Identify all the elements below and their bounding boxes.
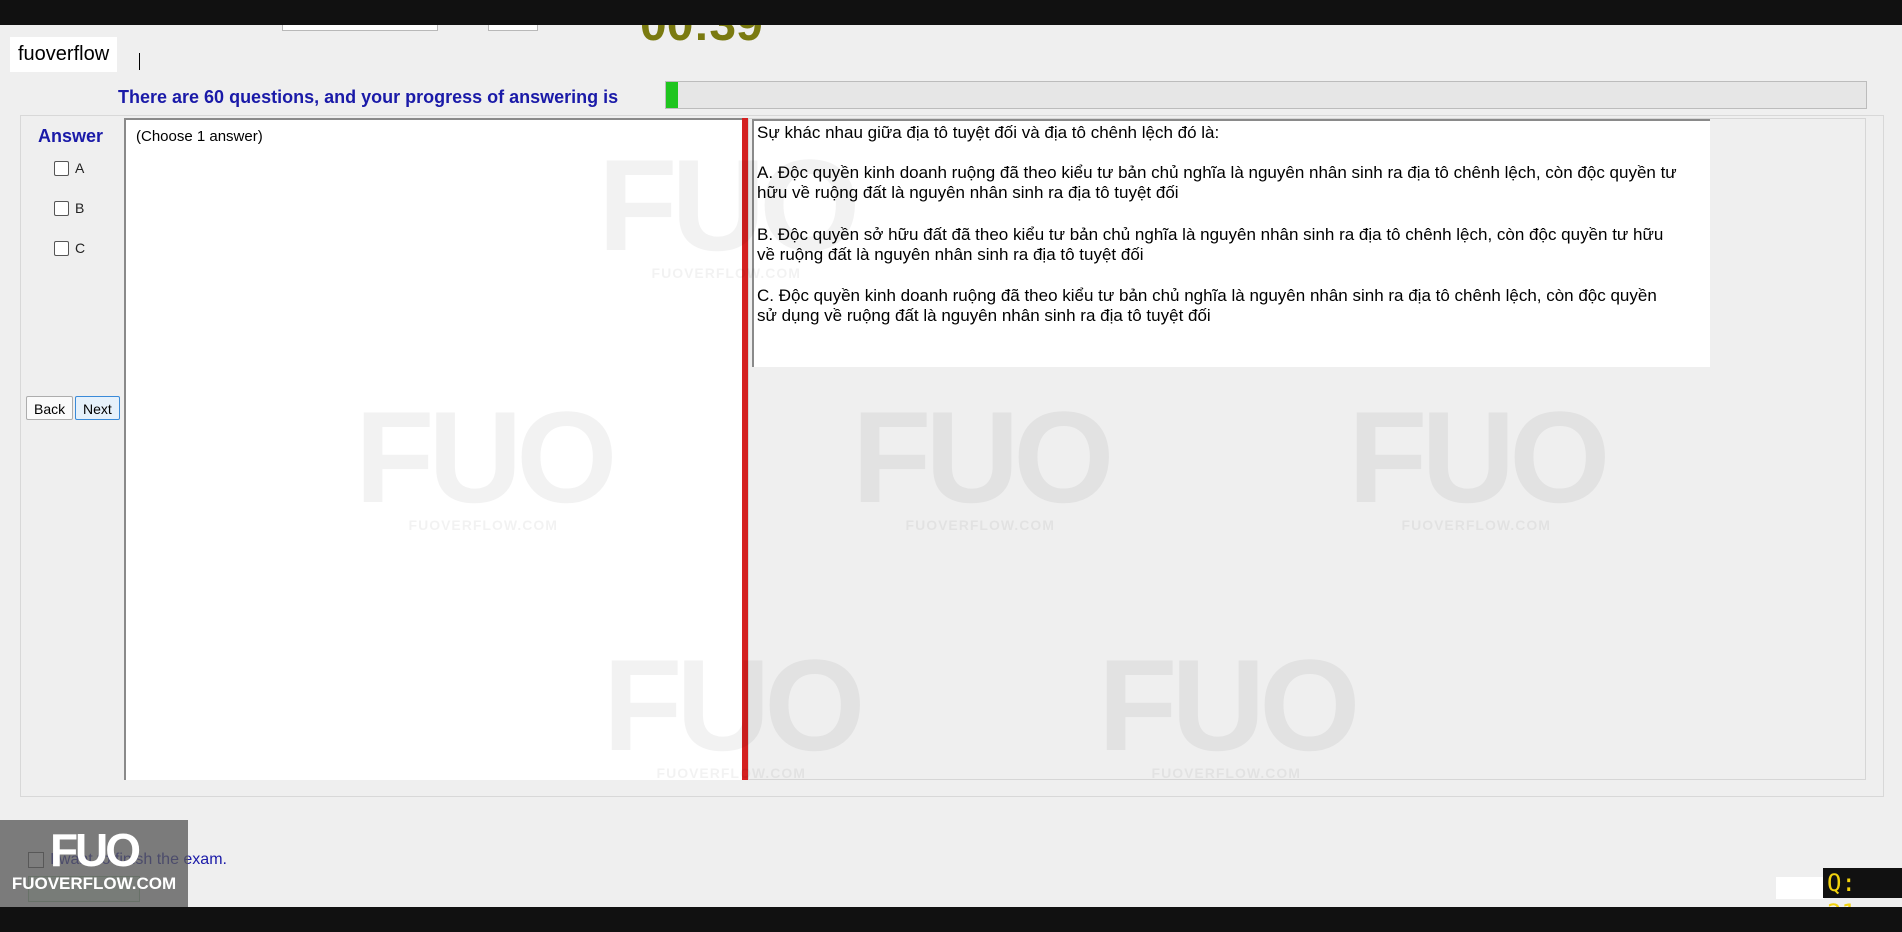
watermark-brand: FUO <box>1098 632 1360 778</box>
watermark: FUO FUOVERFLOW.COM <box>603 632 865 781</box>
question-box: Sự khác nhau giữa địa tô tuyệt đối và đị… <box>752 119 1710 367</box>
watermark-brand: FUO <box>852 384 1114 530</box>
option-label: A <box>75 160 85 176</box>
watermark-brand: FUO <box>598 132 860 278</box>
checkbox-icon[interactable] <box>54 160 69 176</box>
progress-label: There are 60 questions, and your progres… <box>118 87 619 107</box>
logo-brand: FUO <box>49 824 141 876</box>
option-c-checkbox[interactable]: C <box>54 240 85 256</box>
watermark-brand: FUO <box>355 384 617 530</box>
watermark-brand: FUO <box>603 632 865 778</box>
next-button[interactable]: Next <box>75 396 120 420</box>
status-patch <box>1776 877 1824 899</box>
watermark: FUO FUOVERFLOW.COM <box>355 384 617 533</box>
question-option-a: A. Độc quyền kinh doanh ruộng đã theo ki… <box>757 163 1677 202</box>
checkbox-icon[interactable] <box>54 200 69 216</box>
watermark-brand: FUO <box>1348 384 1610 530</box>
top-letterbox <box>0 0 1902 25</box>
logo-url: FUOVERFLOW.COM <box>11 874 177 893</box>
question-option-b: B. Độc quyền sở hữu đất đã theo kiểu tư … <box>757 225 1664 264</box>
option-a-checkbox[interactable]: A <box>54 160 84 176</box>
progress-bar <box>665 81 1867 109</box>
option-b-checkbox[interactable]: B <box>54 200 84 216</box>
answer-hint: (Choose 1 answer) <box>136 128 263 145</box>
watermark: FUO FUOVERFLOW.COM <box>852 384 1114 533</box>
exam-window: 00:39 fuoverflow There are 60 questions,… <box>0 25 1902 907</box>
app-title: fuoverflow <box>10 37 118 72</box>
option-label: B <box>75 200 85 216</box>
question-counter: Q: 21 <box>1823 868 1902 907</box>
answer-title: Answer <box>38 126 104 146</box>
watermark: FUO FUOVERFLOW.COM <box>1098 632 1360 781</box>
back-button[interactable]: Back <box>26 396 74 420</box>
size-combo[interactable] <box>488 25 538 31</box>
text-cursor <box>139 53 140 70</box>
bottom-letterbox <box>0 907 1902 932</box>
countdown-timer: 00:39 <box>640 25 763 52</box>
fuoverflow-logo: FUO FUOVERFLOW.COM <box>0 820 188 907</box>
question-option-c: C. Độc quyền kinh doanh ruộng đã theo ki… <box>757 286 1657 325</box>
font-combo[interactable] <box>282 25 438 31</box>
option-label: C <box>75 240 86 256</box>
watermark: FUO FUOVERFLOW.COM <box>598 132 860 281</box>
checkbox-icon[interactable] <box>54 240 69 256</box>
watermark: FUO FUOVERFLOW.COM <box>1348 384 1610 533</box>
progress-fill <box>666 82 678 108</box>
